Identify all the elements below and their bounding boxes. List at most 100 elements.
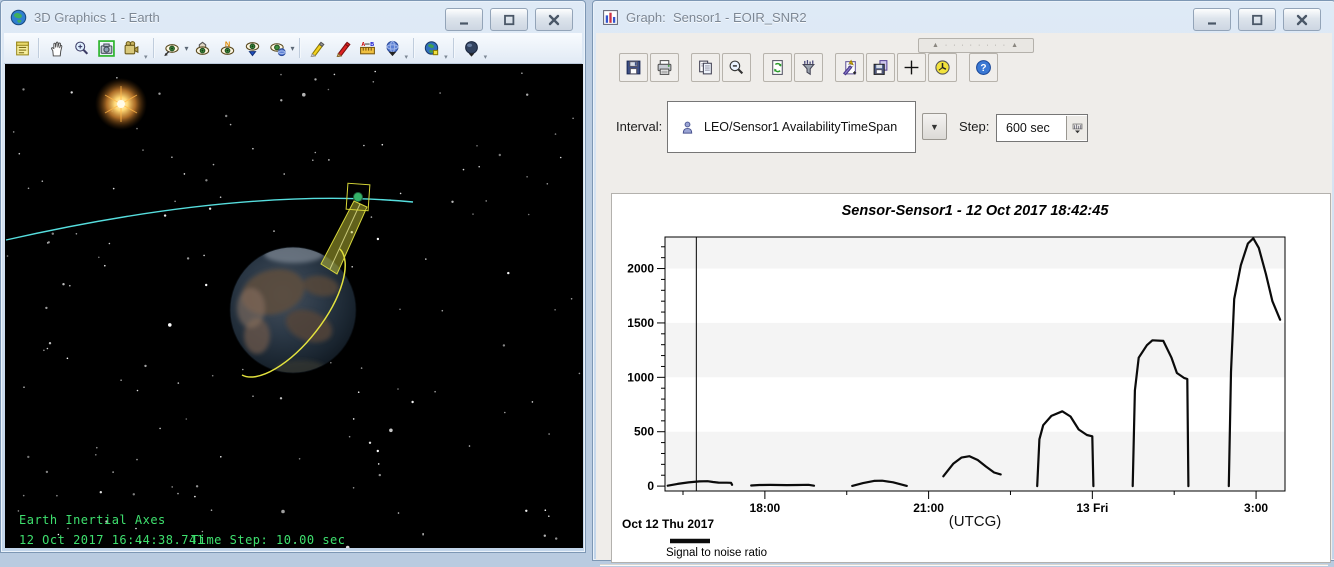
star [104, 265, 106, 267]
star [353, 418, 355, 420]
star [369, 442, 371, 444]
refresh-button[interactable] [763, 53, 792, 82]
star [571, 298, 573, 300]
save-data-button[interactable] [866, 53, 895, 82]
marker-icon [309, 40, 326, 57]
record-movie-button[interactable] [119, 36, 144, 61]
star [100, 491, 102, 493]
star [62, 283, 64, 285]
filter-data-button[interactable] [794, 53, 823, 82]
star [220, 196, 222, 198]
time-step-icon [1071, 122, 1084, 135]
toolbar-separator [413, 38, 415, 58]
window-graph: Graph: Sensor1 - EOIR_SNR2 ▲ · · · · · ·… [592, 0, 1334, 561]
star [476, 145, 478, 147]
minimize-button[interactable] [1193, 8, 1231, 31]
globe-window-icon [10, 9, 27, 26]
view-dropdown-caret[interactable]: ▾ [185, 44, 189, 53]
star [314, 78, 316, 80]
video-camera-icon [123, 40, 140, 57]
toolbar-separator [453, 38, 455, 58]
star [469, 445, 471, 447]
star [358, 391, 360, 393]
star [399, 309, 401, 311]
minimize-icon [456, 12, 472, 28]
snapshot-button[interactable] [94, 36, 119, 61]
star [196, 485, 198, 487]
toolbar-overflow-icon[interactable]: ▾ [405, 53, 409, 61]
svg-text:?: ? [980, 63, 986, 74]
measure-button[interactable]: AB [355, 36, 380, 61]
step-field[interactable]: 600 sec [996, 114, 1088, 142]
interval-row: Interval: LEO/Sensor1 AvailabilityTimeSp… [596, 101, 1332, 157]
3d-viewport[interactable]: Earth Inertial Axes 12 Oct 2017 16:44:38… [5, 64, 583, 548]
zoom-button[interactable] [69, 36, 94, 61]
star [203, 255, 205, 257]
interval-value: LEO/Sensor1 AvailabilityTimeSpan [704, 120, 897, 134]
step-spin-button[interactable] [1066, 116, 1087, 140]
star [49, 342, 51, 344]
star [273, 230, 275, 232]
star [280, 99, 282, 101]
star [528, 214, 530, 216]
print-button[interactable] [650, 53, 679, 82]
minimize-button[interactable] [445, 8, 483, 31]
close-button[interactable] [1283, 8, 1321, 31]
earth-central-body-button[interactable] [419, 36, 444, 61]
view-properties-button[interactable] [10, 36, 35, 61]
star [136, 128, 138, 130]
draw-button[interactable] [330, 36, 355, 61]
chevron-down-icon: ▼ [930, 122, 939, 132]
north-up-view-button[interactable]: N [215, 36, 240, 61]
maximize-button[interactable] [1238, 8, 1276, 31]
x-axis-label: (UTCG) [949, 513, 1002, 530]
star [442, 310, 444, 312]
highlight-button[interactable] [305, 36, 330, 61]
sun [95, 78, 147, 130]
interval-dropdown-button[interactable]: ▼ [922, 113, 947, 140]
person-icon [680, 120, 695, 135]
star [27, 456, 29, 458]
close-button[interactable] [535, 8, 573, 31]
clock-button[interactable] [928, 53, 957, 82]
satellite-marker[interactable] [354, 193, 363, 202]
toolbar-collapse-handle[interactable]: ▲ · · · · · · · · ▲ [918, 38, 1034, 53]
zoom-out-button[interactable] [722, 53, 751, 82]
series-line [751, 485, 814, 486]
star [98, 257, 100, 259]
maximize-button[interactable] [490, 8, 528, 31]
pan-button[interactable] [44, 36, 69, 61]
eye-home-icon [194, 40, 211, 57]
chart-panel[interactable]: 050010001500200018:0021:0013 Fri3:00Sens… [611, 193, 1331, 563]
crosshair-button[interactable] [897, 53, 926, 82]
eye-globe-icon [269, 40, 286, 57]
eye-nadir-icon [244, 40, 261, 57]
star [544, 535, 546, 537]
rotate-view-button[interactable] [265, 36, 290, 61]
view-from-to-button[interactable] [159, 36, 184, 61]
star [252, 395, 254, 397]
magnifier-icon [73, 40, 90, 57]
save-button[interactable] [619, 53, 648, 82]
star [299, 458, 301, 460]
toolbar-overflow-icon[interactable]: ▾ [444, 53, 448, 61]
nadir-view-button[interactable] [240, 36, 265, 61]
graph-toolbar: ? [619, 53, 1000, 82]
star [212, 375, 214, 377]
toolbar-overflow-icon[interactable]: ▾ [144, 53, 148, 61]
star [371, 216, 373, 218]
print-icon [656, 59, 673, 76]
star [328, 159, 330, 161]
star [280, 74, 282, 76]
rotate-dropdown-caret[interactable]: ▾ [291, 44, 295, 53]
step-value: 600 sec [997, 121, 1066, 135]
home-view-button[interactable] [190, 36, 215, 61]
globe-manager-button[interactable] [380, 36, 405, 61]
copy-button[interactable] [691, 53, 720, 82]
report-wizard-button[interactable] [835, 53, 864, 82]
help-button[interactable]: ? [969, 53, 998, 82]
toolbar-overflow-icon[interactable]: ▾ [484, 53, 488, 61]
y-tick-label: 1000 [627, 370, 654, 384]
interval-listbox[interactable]: LEO/Sensor1 AvailabilityTimeSpan [667, 101, 916, 153]
viewer-position-button[interactable] [459, 36, 484, 61]
